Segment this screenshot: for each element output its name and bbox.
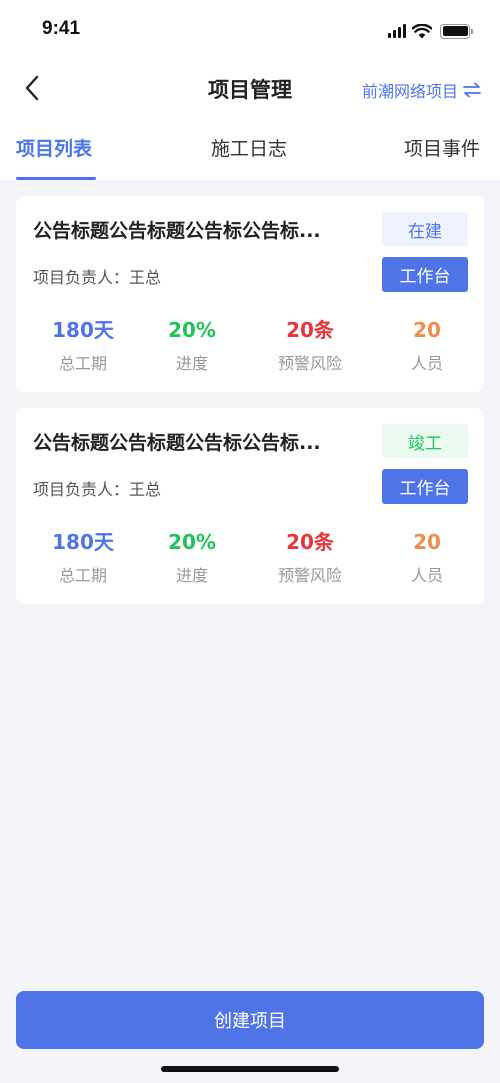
project-card[interactable]: 公告标题公告标题公告标公告标... 竣工 项目负责人：王总 工作台 180天 总… [16, 408, 484, 604]
status-icons [388, 20, 473, 42]
stat-people-label: 人员 [410, 354, 443, 373]
stat-warnings-label: 预警风险 [277, 354, 342, 373]
project-title: 公告标题公告标题公告标公告标... [33, 432, 321, 454]
project-switch-label: 前潮网络项目 [361, 82, 458, 101]
create-project-button[interactable]: 创建项目 [16, 991, 484, 1049]
tab-bar: 项目列表 施工日志 项目事件 [0, 126, 500, 180]
project-owner: 项目负责人：王总 [33, 480, 162, 499]
cellular-signal-icon [388, 24, 406, 38]
stat-duration-value: 180天 [52, 318, 114, 342]
battery-icon [440, 23, 473, 39]
stat-people: 20 人员 [367, 528, 487, 586]
stat-progress: 20% 进度 [132, 528, 252, 586]
tab-project-list[interactable]: 项目列表 [16, 134, 92, 161]
stat-duration: 180天 总工期 [23, 528, 143, 586]
status-bar: 9:41 [0, 0, 500, 60]
stat-people: 20 人员 [367, 316, 487, 374]
switch-arrows-icon [463, 82, 481, 98]
stat-duration-value: 180天 [52, 530, 114, 554]
stat-duration-label: 总工期 [58, 354, 107, 373]
stat-people-label: 人员 [410, 566, 443, 585]
workbench-button[interactable]: 工作台 [382, 257, 468, 292]
project-title: 公告标题公告标题公告标公告标... [33, 220, 321, 242]
stat-warnings-value: 20条 [286, 318, 334, 342]
stat-progress-value: 20% [168, 530, 216, 554]
project-switch-button[interactable]: 前潮网络项目 [362, 78, 482, 102]
tab-construction-log[interactable]: 施工日志 [211, 134, 287, 161]
status-badge: 在建 [382, 212, 468, 246]
workbench-button[interactable]: 工作台 [382, 469, 468, 504]
tab-project-events[interactable]: 项目事件 [404, 134, 480, 161]
stat-warnings-value: 20条 [286, 530, 334, 554]
nav-bar: 项目管理 前潮网络项目 [0, 60, 500, 116]
project-card[interactable]: 公告标题公告标题公告标公告标... 在建 项目负责人：王总 工作台 180天 总… [16, 196, 484, 392]
project-owner: 项目负责人：王总 [33, 268, 162, 287]
stat-duration-label: 总工期 [58, 566, 107, 585]
stat-warnings: 20条 预警风险 [250, 316, 370, 374]
stat-warnings-label: 预警风险 [277, 566, 342, 585]
stat-people-value: 20 [413, 530, 441, 554]
status-badge: 竣工 [382, 424, 468, 458]
stat-people-value: 20 [413, 318, 441, 342]
stat-progress-label: 进度 [175, 566, 208, 585]
status-time: 9:41 [42, 18, 81, 39]
wifi-icon [412, 23, 432, 38]
home-indicator [161, 1066, 339, 1072]
stat-warnings: 20条 预警风险 [250, 528, 370, 586]
stat-progress-value: 20% [168, 318, 216, 342]
active-tab-indicator [16, 177, 96, 180]
stat-duration: 180天 总工期 [23, 316, 143, 374]
stat-progress: 20% 进度 [132, 316, 252, 374]
stat-progress-label: 进度 [175, 354, 208, 373]
